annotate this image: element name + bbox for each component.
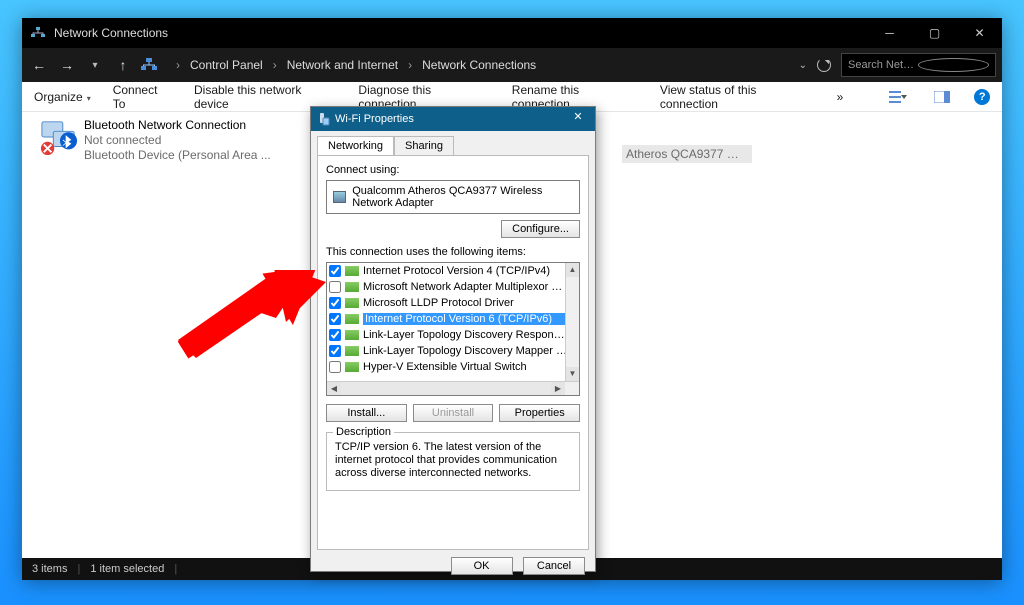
properties-button[interactable]: Properties [499, 404, 580, 422]
configure-button[interactable]: Configure... [501, 220, 580, 238]
app-icon [30, 25, 46, 41]
protocol-label: Microsoft Network Adapter Multiplexor Pr… [363, 281, 567, 293]
minimize-button[interactable]: ─ [867, 18, 912, 48]
titlebar: Network Connections ─ ▢ ✕ [22, 18, 1002, 48]
scroll-down-button[interactable]: ▼ [566, 367, 579, 381]
adapter-box: Qualcomm Atheros QCA9377 Wireless Networ… [326, 180, 580, 214]
search-icon [918, 58, 990, 72]
view-options-button[interactable] [887, 86, 909, 108]
ok-button[interactable]: OK [451, 557, 513, 575]
items-label: This connection uses the following items… [326, 246, 580, 258]
refresh-button[interactable] [817, 58, 831, 72]
protocol-label: Link-Layer Topology Discovery Mapper I/O… [363, 345, 567, 357]
protocol-label: Microsoft LLDP Protocol Driver [363, 297, 567, 309]
protocol-item[interactable]: Microsoft LLDP Protocol Driver [327, 295, 579, 311]
protocol-checkbox[interactable] [329, 345, 341, 357]
bluetooth-connection-item[interactable]: Bluetooth Network Connection Not connect… [40, 118, 271, 163]
connect-using-label: Connect using: [326, 164, 580, 176]
install-button[interactable]: Install... [326, 404, 407, 422]
preview-pane-button[interactable] [931, 86, 953, 108]
navbar: ← → ▾ ↑ Control Panel Network and Intern… [22, 48, 1002, 82]
protocol-item[interactable]: Link-Layer Topology Discovery Mapper I/O… [327, 343, 579, 359]
adapter-icon [333, 191, 346, 203]
address-history-button[interactable]: ⌄ [799, 60, 807, 71]
up-button[interactable]: ↑ [112, 57, 134, 73]
close-button[interactable]: ✕ [957, 18, 1002, 48]
forward-button[interactable]: → [56, 57, 78, 73]
search-input[interactable]: Search Network Co... [841, 53, 996, 77]
protocol-icon [345, 330, 359, 340]
protocol-icon [345, 362, 359, 372]
breadcrumb-item[interactable]: Network and Internet [287, 58, 398, 72]
help-button[interactable]: ? [974, 89, 990, 105]
protocol-checkbox[interactable] [329, 361, 341, 373]
statusbar-separator: | [174, 563, 177, 575]
protocol-label: Hyper-V Extensible Virtual Switch [363, 361, 567, 373]
dialog-tab-body: Connect using: Qualcomm Atheros QCA9377 … [317, 155, 589, 550]
connection-name: Bluetooth Network Connection [84, 118, 271, 133]
protocol-checkbox[interactable] [329, 329, 341, 341]
connection-device: Bluetooth Device (Personal Area ... [84, 148, 271, 163]
protocol-label: Internet Protocol Version 4 (TCP/IPv4) [363, 265, 567, 277]
wifi-connection-device-hint[interactable]: Atheros QCA9377 Wir... [622, 145, 752, 163]
protocol-checkbox[interactable] [329, 281, 341, 293]
protocol-label: Internet Protocol Version 6 (TCP/IPv6) [363, 313, 567, 325]
description-groupbox: Description TCP/IP version 6. The latest… [326, 432, 580, 491]
protocol-item[interactable]: Microsoft Network Adapter Multiplexor Pr… [327, 279, 579, 295]
tab-networking[interactable]: Networking [317, 136, 394, 156]
status-selected-count: 1 item selected [90, 563, 164, 575]
scroll-up-button[interactable]: ▲ [566, 263, 579, 277]
wifi-properties-dialog: Wi-Fi Properties ✕ Networking Sharing Co… [310, 106, 596, 572]
tab-sharing[interactable]: Sharing [394, 136, 454, 156]
status-item-count: 3 items [32, 563, 67, 575]
protocol-item[interactable]: Hyper-V Extensible Virtual Switch [327, 359, 579, 375]
more-commands-button[interactable]: » [837, 90, 844, 104]
protocol-label: Link-Layer Topology Discovery Responder [363, 329, 567, 341]
scroll-left-button[interactable]: ◀ [327, 382, 341, 395]
view-status-button[interactable]: View status of this connection [660, 83, 815, 111]
adapter-name: Qualcomm Atheros QCA9377 Wireless Networ… [352, 185, 573, 209]
dialog-close-button[interactable]: ✕ [567, 110, 589, 128]
protocol-icon [345, 346, 359, 356]
bluetooth-connection-text: Bluetooth Network Connection Not connect… [84, 118, 271, 163]
vertical-scrollbar[interactable]: ▲ ▼ [565, 263, 579, 381]
protocol-checkbox[interactable] [329, 265, 341, 277]
description-text: TCP/IP version 6. The latest version of … [335, 441, 571, 480]
window-buttons: ─ ▢ ✕ [867, 18, 1002, 48]
organize-menu[interactable]: Organize [34, 90, 91, 104]
protocol-item[interactable]: Link-Layer Topology Discovery Responder [327, 327, 579, 343]
connect-to-button[interactable]: Connect To [113, 83, 172, 111]
search-placeholder: Search Network Co... [848, 59, 918, 71]
dialog-tabs: Networking Sharing [311, 131, 595, 155]
recent-locations-button[interactable]: ▾ [84, 60, 106, 71]
uninstall-button: Uninstall [413, 404, 494, 422]
protocol-list[interactable]: Internet Protocol Version 4 (TCP/IPv4) Mi… [326, 262, 580, 396]
protocol-checkbox[interactable] [329, 313, 341, 325]
protocol-checkbox[interactable] [329, 297, 341, 309]
dialog-title: Wi-Fi Properties [335, 113, 567, 125]
window-title: Network Connections [54, 26, 867, 40]
location-icon [140, 56, 158, 74]
protocol-icon [345, 314, 359, 324]
scroll-right-button[interactable]: ▶ [551, 382, 565, 395]
protocol-item[interactable]: Internet Protocol Version 6 (TCP/IPv6) [327, 311, 579, 327]
breadcrumb-item[interactable]: Network Connections [422, 58, 536, 72]
connection-status: Not connected [84, 133, 271, 148]
dialog-titlebar: Wi-Fi Properties ✕ [311, 107, 595, 131]
protocol-icon [345, 282, 359, 292]
horizontal-scrollbar[interactable]: ◀ ▶ [327, 381, 579, 395]
protocol-item[interactable]: Internet Protocol Version 4 (TCP/IPv4) [327, 263, 579, 279]
back-button[interactable]: ← [28, 57, 50, 73]
breadcrumb-item[interactable]: Control Panel [190, 58, 263, 72]
protocol-icon [345, 266, 359, 276]
statusbar-separator: | [77, 563, 80, 575]
breadcrumb[interactable]: Control Panel Network and Internet Netwo… [172, 58, 799, 72]
description-label: Description [333, 426, 394, 438]
cancel-button[interactable]: Cancel [523, 557, 585, 575]
maximize-button[interactable]: ▢ [912, 18, 957, 48]
protocol-icon [345, 298, 359, 308]
bluetooth-icon [40, 118, 78, 156]
